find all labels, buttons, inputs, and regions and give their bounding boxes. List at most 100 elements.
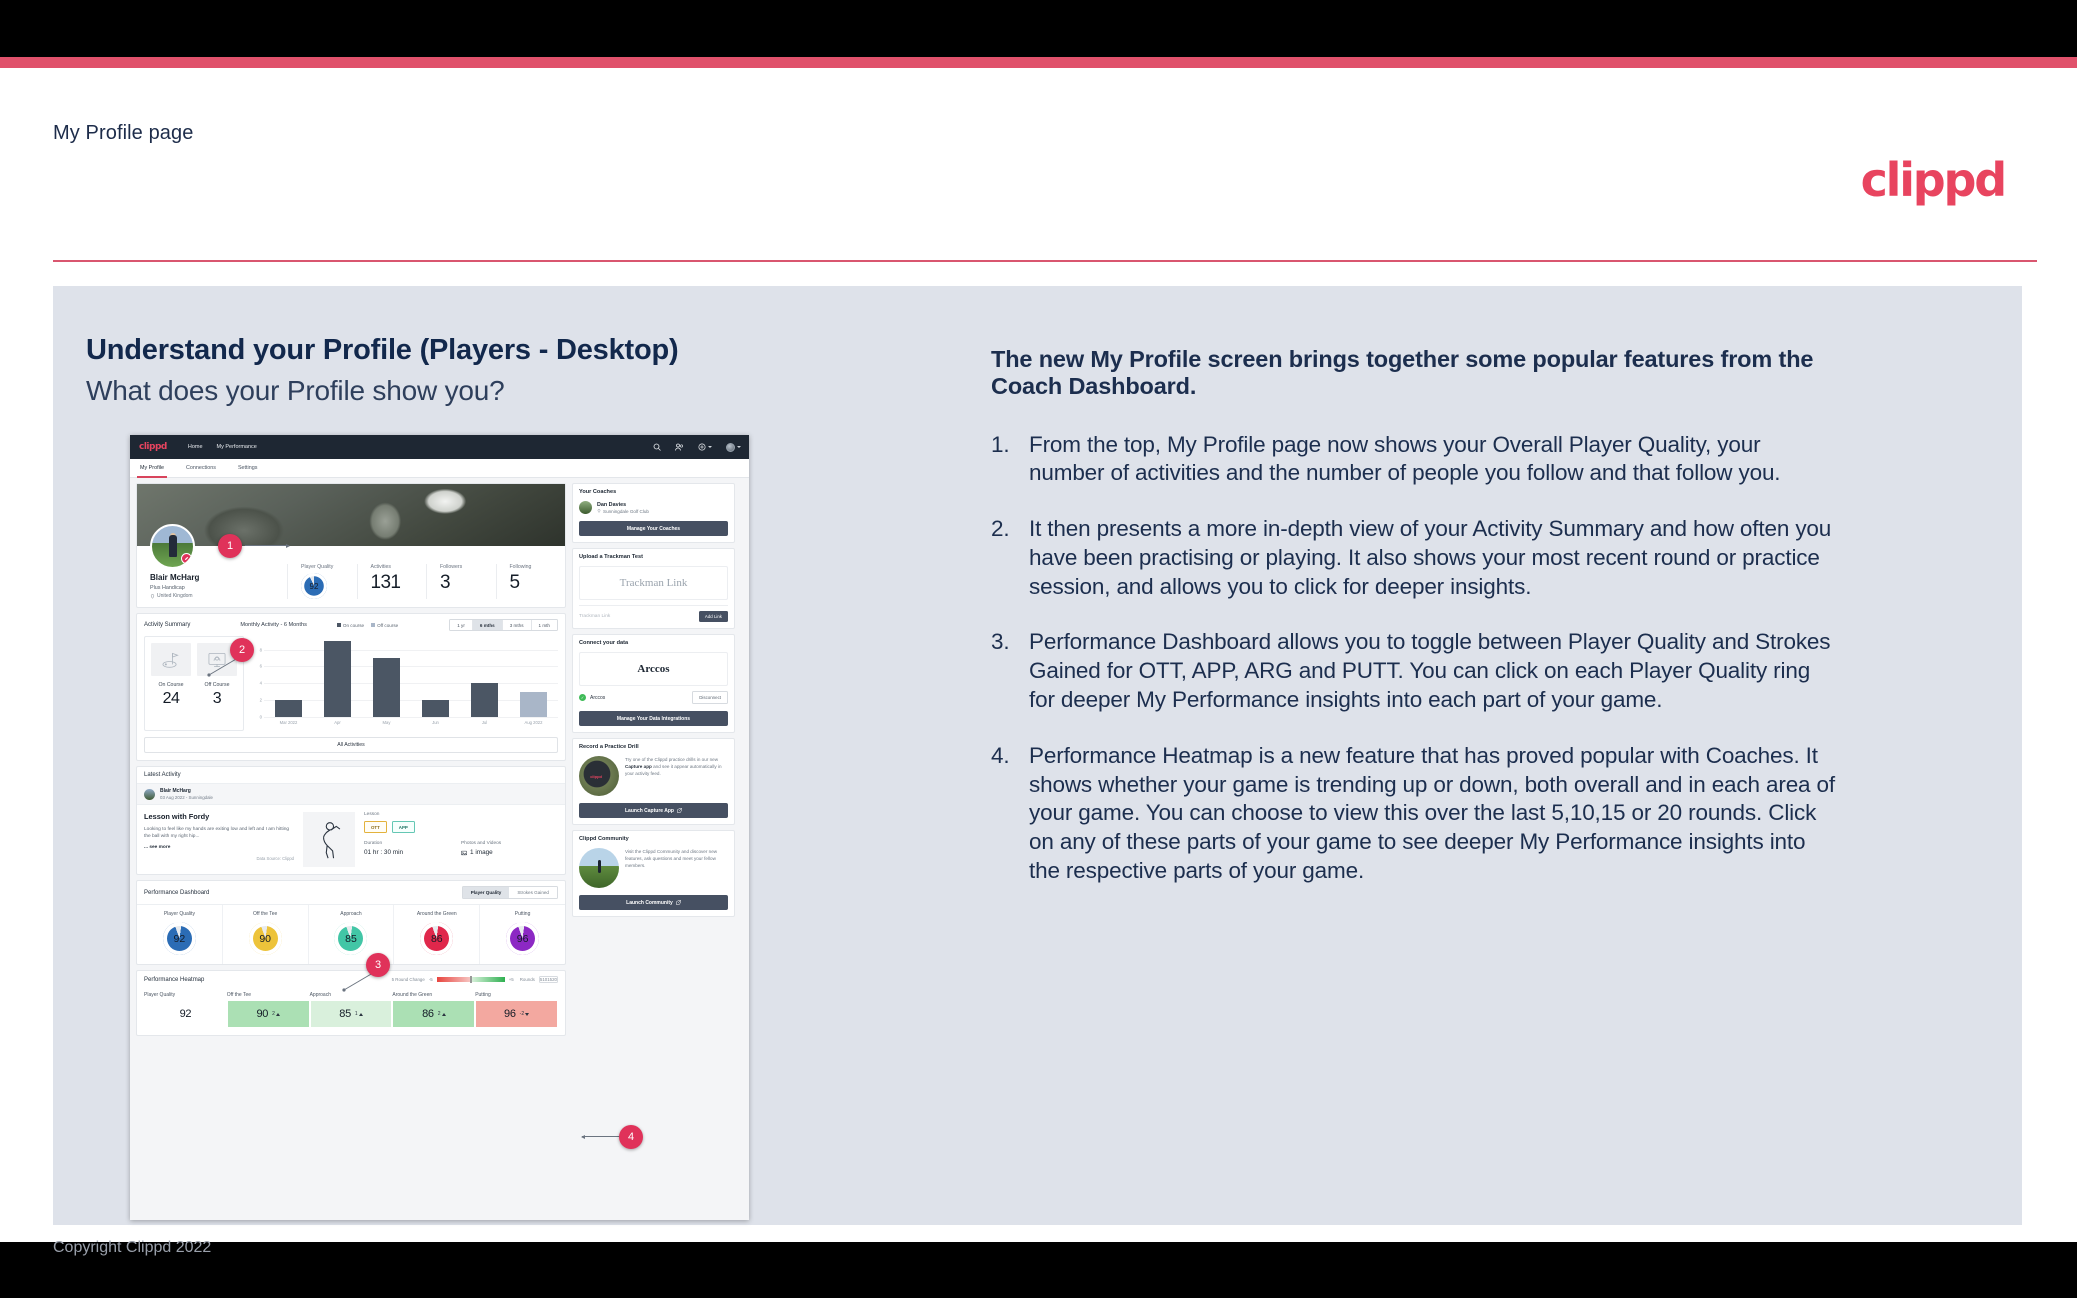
add-link-button[interactable]: Add Link: [698, 611, 728, 622]
stat-label: Following: [509, 564, 532, 570]
chip-app[interactable]: APP: [391, 821, 415, 833]
latest-activity-header: Latest Activity: [137, 767, 565, 783]
heatmap-cell[interactable]: 90 2: [226, 1000, 310, 1028]
heatmap-cell[interactable]: 92: [144, 1000, 227, 1028]
trackman-link-input[interactable]: Trackman Link: [579, 614, 699, 619]
toggle-strokes-gained[interactable]: Strokes Gained: [509, 887, 557, 898]
profile-location-text: United Kingdom: [157, 593, 193, 599]
nav-link-home[interactable]: Home: [188, 444, 203, 450]
community-card: Clippd Community Visit the Clippd Commun…: [572, 830, 735, 917]
ring-value: 90: [259, 932, 272, 945]
heatmap-cell[interactable]: 86 2: [392, 1000, 476, 1028]
scale-min: -5: [428, 977, 433, 982]
y-tick: 4: [259, 680, 262, 686]
launch-community-button[interactable]: Launch Community: [579, 895, 728, 910]
performance-dashboard-title: Performance Dashboard: [144, 889, 210, 896]
tab-settings[interactable]: Settings: [238, 459, 257, 478]
nav-link-my-performance[interactable]: My Performance: [217, 444, 257, 450]
ring-cell[interactable]: Off the Tee 90: [223, 905, 309, 964]
activity-text-column: Lesson with Fordy Looking to feel like m…: [144, 812, 294, 867]
arrow-up-icon: [358, 1012, 363, 1016]
ring-value: 86: [430, 932, 443, 945]
connection-row: ✓ Arccos Disconnect: [579, 691, 728, 704]
avatar[interactable]: [726, 442, 741, 452]
slide: My Profile page clippd Understand your P…: [0, 57, 2077, 1256]
profile-card: Blair McHarg Plus Handicap United Kingdo…: [136, 483, 566, 608]
copyright-text: Copyright Clippd 2022: [53, 1239, 212, 1256]
community-text: Visit the Clippd Community and discover …: [625, 849, 718, 869]
profile-cover-image: [137, 484, 565, 569]
scale-max: +5: [508, 977, 514, 982]
player-quality-ring[interactable]: 92: [301, 573, 327, 599]
x-tick: Jul: [481, 720, 488, 725]
range-6mths[interactable]: 6 mths: [472, 620, 503, 630]
heatmap-cell[interactable]: 85 1: [309, 1000, 393, 1028]
range-1yr[interactable]: 1 yr: [450, 620, 473, 630]
coach-club-text: Sunningdale Golf Club: [603, 508, 649, 514]
arrow-up-icon: [275, 1012, 280, 1016]
bar[interactable]: [520, 691, 547, 717]
see-more-link[interactable]: ... see more: [144, 845, 294, 850]
heatmap-delta: 2: [272, 1011, 280, 1017]
stat-value: 131: [370, 572, 402, 593]
coach-row[interactable]: Dan Davies Sunningdale Golf Club: [579, 501, 728, 514]
trackman-input-row: Trackman Link Add Link: [579, 605, 728, 622]
practice-drill-text: Try one of the Clippd practice drills in…: [625, 756, 728, 796]
arccos-preview: Arccos: [579, 652, 728, 686]
bar[interactable]: [471, 683, 498, 717]
plus-circle-icon[interactable]: [698, 443, 712, 451]
ring-cell[interactable]: Putting 96: [480, 905, 565, 964]
profile-avatar[interactable]: [150, 524, 195, 569]
activity-type-label: Lesson: [364, 812, 380, 817]
player-quality-ring[interactable]: 86: [420, 922, 454, 955]
tab-connections[interactable]: Connections: [186, 459, 216, 478]
heatmap-delta-value: 2: [272, 1011, 275, 1017]
community-row: Visit the Clippd Community and discover …: [579, 848, 728, 888]
chip-ott[interactable]: OTT: [364, 821, 387, 833]
ring-cell[interactable]: Around the Green 86: [394, 905, 481, 964]
app-body: Blair McHarg Plus Handicap United Kingdo…: [130, 478, 749, 1042]
stat-player-quality[interactable]: Player Quality 92: [287, 564, 357, 599]
bar[interactable]: [275, 700, 302, 717]
ring-cell[interactable]: Player Quality 92: [137, 905, 223, 964]
heatmap-cell[interactable]: 96 -2: [475, 1000, 558, 1028]
all-activities-button[interactable]: All Activities: [144, 737, 558, 753]
golf-flag-icon: [151, 643, 191, 676]
launch-capture-app-button[interactable]: Launch Capture App: [579, 803, 728, 818]
app-tabs: My Profile Connections Settings: [130, 459, 749, 478]
chart-legend: On course Off course: [336, 623, 398, 628]
list-item-text: From the top, My Profile page now shows …: [1029, 431, 1781, 486]
bar[interactable]: [324, 641, 351, 717]
search-icon[interactable]: [653, 443, 661, 451]
latest-activity-card: Latest Activity Blair McHarg 03 Aug 2022…: [136, 766, 566, 875]
performance-dashboard-header: Performance Dashboard Player Quality Str…: [137, 881, 565, 904]
toggle-player-quality[interactable]: Player Quality: [462, 887, 510, 898]
activity-thumbnail[interactable]: [303, 812, 355, 867]
player-quality-ring[interactable]: 92: [162, 922, 196, 955]
callout-marker-2: 2: [230, 638, 254, 662]
stat-label: Activities: [370, 564, 391, 570]
change-label: 5 Round Change: [391, 977, 425, 982]
range-1mth[interactable]: 1 mth: [531, 620, 557, 630]
bar-group: [313, 636, 362, 717]
manage-data-integrations-button[interactable]: Manage Your Data Integrations: [579, 711, 728, 726]
drill-text-1: Try one of the Clippd practice drills in…: [625, 757, 719, 762]
edit-badge-icon[interactable]: [181, 553, 192, 564]
app-nav-icons: [653, 442, 741, 452]
disconnect-button[interactable]: Disconnect: [692, 691, 728, 704]
bar[interactable]: [373, 657, 400, 717]
player-quality-ring[interactable]: 96: [506, 922, 540, 955]
player-quality-ring[interactable]: 85: [334, 922, 368, 955]
tab-my-profile[interactable]: My Profile: [137, 459, 167, 478]
range-3mths[interactable]: 3 mths: [502, 620, 532, 630]
rounds-20[interactable]: 20: [552, 977, 557, 982]
chart-bars: [264, 636, 558, 717]
people-icon[interactable]: [675, 443, 684, 451]
player-quality-value: 92: [309, 581, 319, 591]
x-tick: Jun: [432, 720, 439, 725]
arrow-down-icon: [525, 1012, 530, 1016]
player-quality-ring[interactable]: 90: [248, 922, 282, 955]
manage-coaches-button[interactable]: Manage Your Coaches: [579, 521, 728, 536]
bar[interactable]: [422, 700, 449, 717]
bar-group: [460, 636, 509, 717]
